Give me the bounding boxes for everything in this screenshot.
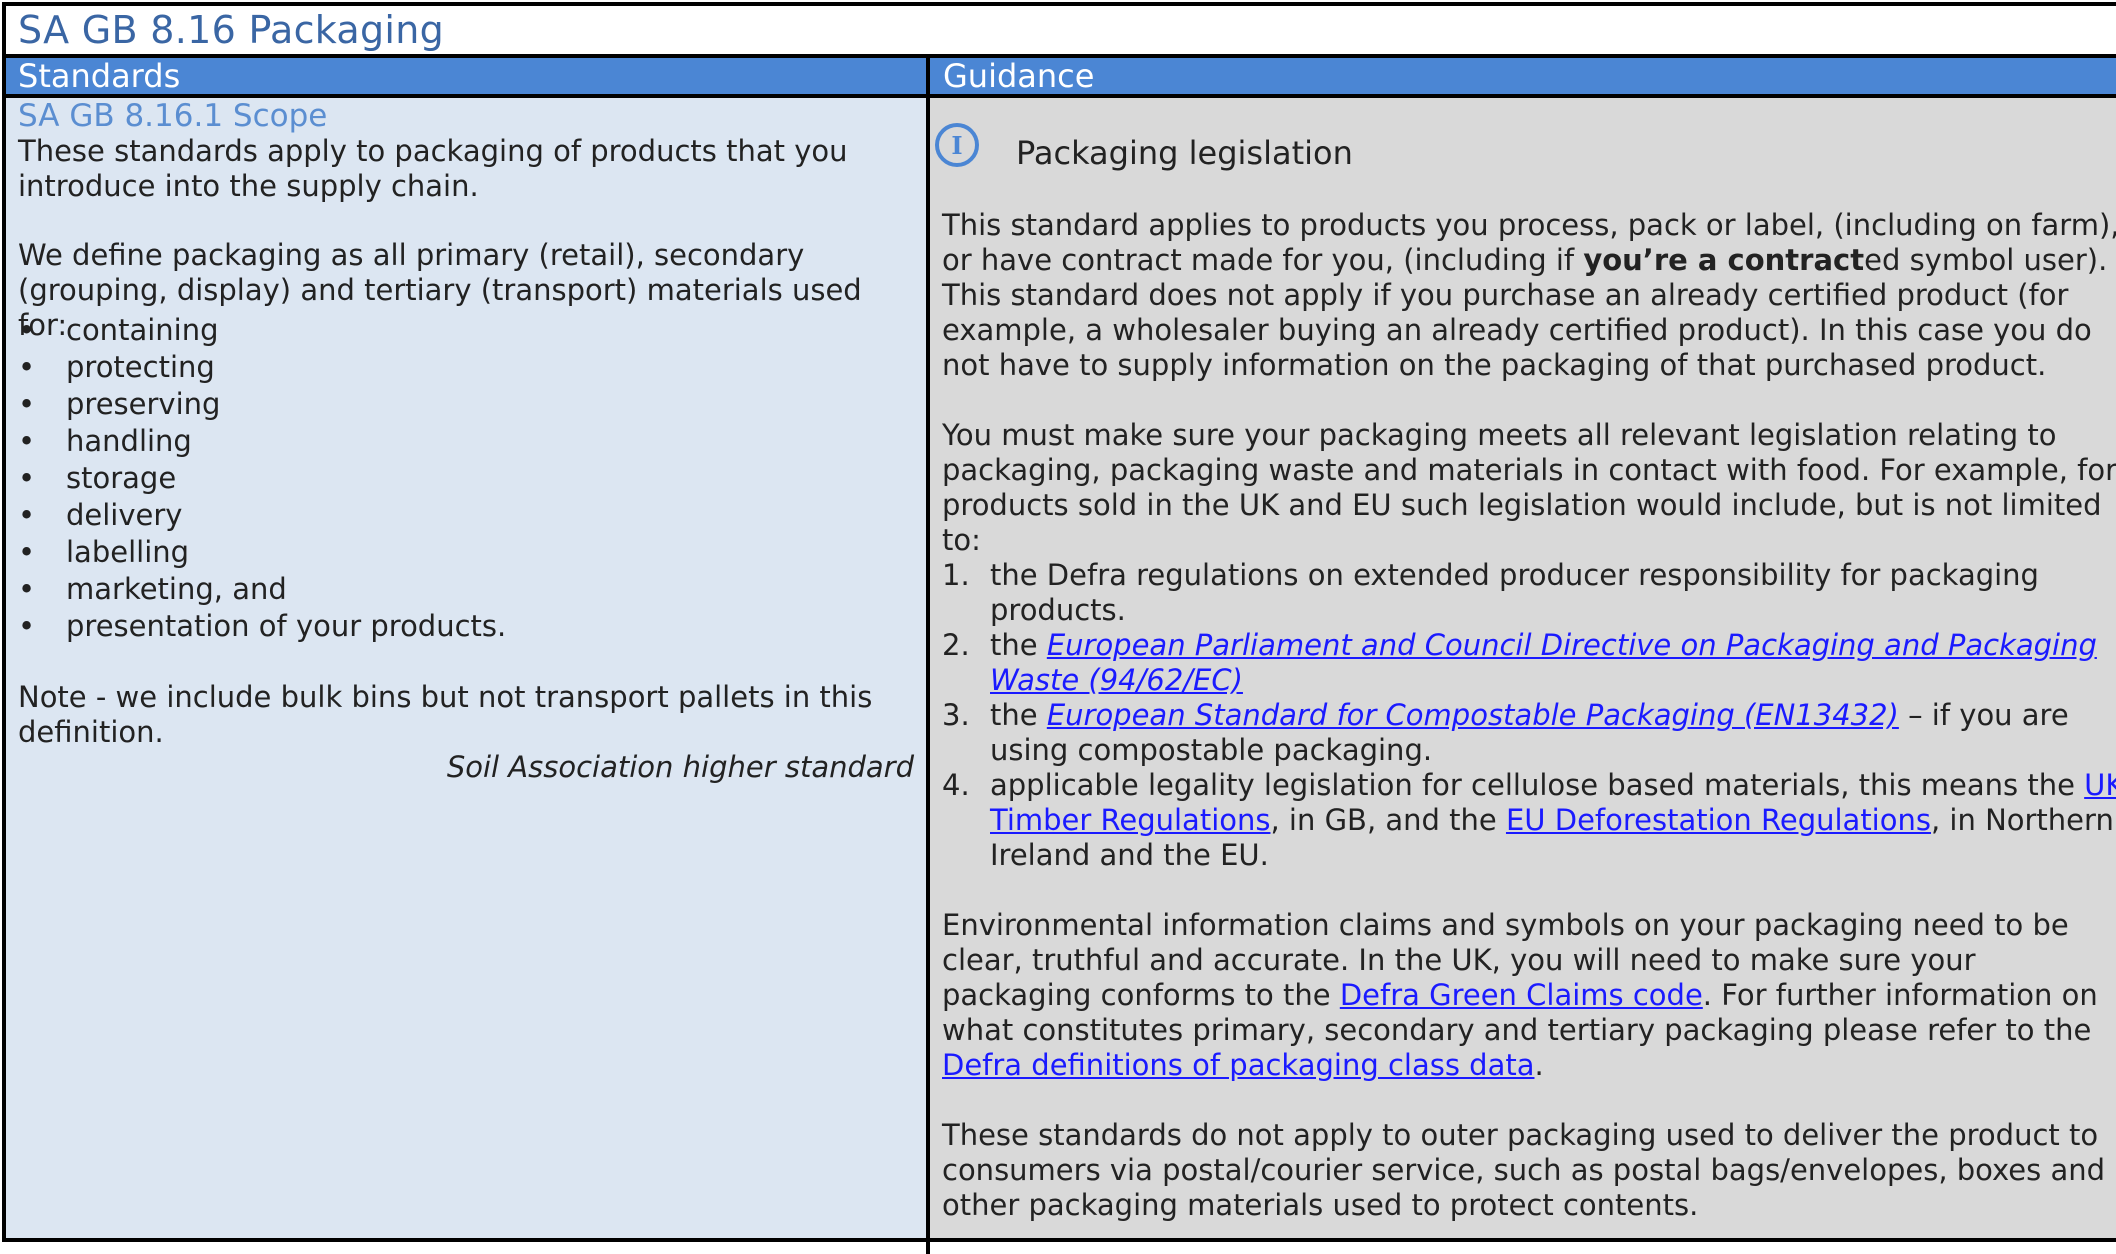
list-item: 2. the European Parliament and Council Di…	[942, 628, 2116, 698]
scope-title: SA GB 8.16.1 Scope	[18, 98, 328, 134]
compostable-standard-link[interactable]: European Standard for Compostable Packag…	[1047, 698, 1899, 732]
list-item: 1. the Defra regulations on extended prod…	[942, 558, 2116, 628]
list-item: marketing, and	[18, 571, 506, 608]
list-text: applicable legality legislation for cell…	[990, 768, 2085, 802]
list-text: the	[990, 628, 1047, 662]
guidance-column: I Packaging legislation This standard ap…	[930, 98, 2116, 1238]
guidance-header: Guidance	[943, 57, 1095, 95]
list-text: the	[990, 698, 1047, 732]
list-item: containing	[18, 312, 506, 349]
eu-packaging-directive-link[interactable]: European Parliament and Council Directiv…	[990, 628, 2097, 697]
list-item: handling	[18, 423, 506, 460]
title-row: SA GB 8.16 Packaging	[6, 6, 2116, 58]
page-title: SA GB 8.16 Packaging	[18, 8, 445, 52]
list-number: 3.	[942, 698, 970, 732]
guidance-paragraph-4: These standards do not apply to outer pa…	[942, 1118, 2106, 1222]
bold-text: you’re a contract	[1583, 243, 1865, 277]
list-item: presentation of your products.	[18, 608, 506, 645]
packaging-class-data-link[interactable]: Defra definitions of packaging class dat…	[942, 1048, 1534, 1082]
paragraph-text: .	[1534, 1048, 1544, 1082]
guidance-heading: Packaging legislation	[1016, 134, 1353, 172]
svg-text:I: I	[951, 131, 962, 160]
guidance-paragraph-2: You must make sure your packaging meets …	[942, 418, 2116, 557]
legislation-list: 1. the Defra regulations on extended prod…	[942, 558, 2116, 873]
list-item: protecting	[18, 349, 506, 386]
standards-header: Standards	[18, 57, 181, 95]
list-item: delivery	[18, 497, 506, 534]
guidance-paragraph-1: This standard applies to products you pr…	[942, 208, 2116, 383]
info-icon: I	[935, 123, 979, 167]
list-text: , in GB, and the	[1270, 803, 1506, 837]
list-number: 2.	[942, 628, 970, 662]
list-item: preserving	[18, 386, 506, 423]
guidance-paragraph-3: Environmental information claims and sym…	[942, 908, 2116, 1083]
list-number: 1.	[942, 558, 970, 592]
standards-column: SA GB 8.16.1 Scope These standards apply…	[6, 98, 926, 1238]
list-item: storage	[18, 460, 506, 497]
scope-note: Note - we include bulk bins but not tran…	[18, 680, 873, 749]
eu-deforestation-regulations-link[interactable]: EU Deforestation Regulations	[1506, 803, 1931, 837]
list-number: 4.	[942, 768, 970, 802]
list-item: 3. the European Standard for Compostable …	[942, 698, 2116, 768]
scope-intro: These standards apply to packaging of pr…	[18, 134, 848, 203]
green-claims-code-link[interactable]: Defra Green Claims code	[1340, 978, 1703, 1012]
list-item: labelling	[18, 534, 506, 571]
usage-bullet-list: containing protecting preserving handlin…	[18, 312, 506, 645]
column-header-row: Standards Guidance	[6, 58, 2116, 98]
higher-standard-label: Soil Association higher standard	[446, 750, 914, 784]
list-text: the Defra regulations on extended produc…	[990, 558, 2039, 627]
list-item: 4. applicable legality legislation for ce…	[942, 768, 2116, 873]
